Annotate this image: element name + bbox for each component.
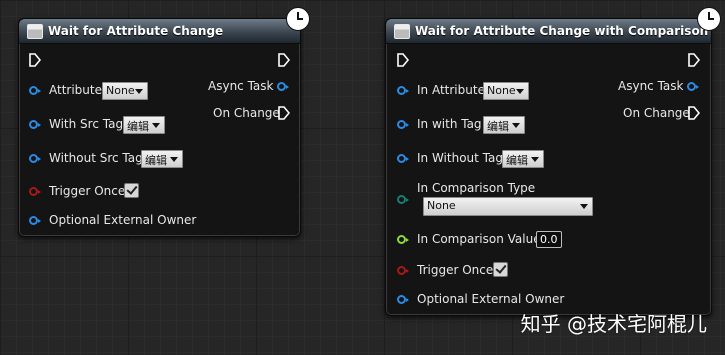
node-header[interactable]: Wait for Attribute Change xyxy=(19,19,300,44)
optional-owner-pin-icon[interactable] xyxy=(397,295,409,304)
comparison-type-pin-icon[interactable] xyxy=(397,195,409,204)
without-src-tag-label: Without Src Tag xyxy=(49,151,143,165)
comparison-value-field[interactable]: 0.0 xyxy=(536,231,562,248)
attribute-combo-value: None xyxy=(106,84,135,97)
exec-out-pin-icon[interactable] xyxy=(688,53,700,67)
output-on-change-label: On Change xyxy=(623,106,690,120)
chevron-down-icon xyxy=(170,157,178,162)
in-with-tag-combo[interactable]: 编辑 xyxy=(483,116,525,134)
optional-owner-pin-icon[interactable] xyxy=(29,216,41,225)
chevron-down-icon xyxy=(516,89,524,94)
node-wait-for-attribute-change-with-comparison[interactable]: Wait for Attribute Change with Compariso… xyxy=(385,18,712,316)
clock-icon xyxy=(286,7,310,31)
attribute-combo[interactable]: None xyxy=(102,82,148,100)
function-icon xyxy=(27,24,43,39)
output-on-change-label: On Change xyxy=(213,106,280,120)
with-src-tag-combo[interactable]: 编辑 xyxy=(123,116,165,134)
comparison-type-combo[interactable]: None xyxy=(423,197,593,216)
comparison-type-combo-value: None xyxy=(427,199,456,212)
in-attribute-pin-icon[interactable] xyxy=(397,86,409,95)
trigger-once-label: Trigger Once xyxy=(417,263,494,277)
in-without-tag-pin-icon[interactable] xyxy=(397,154,409,163)
output-async-task-label: Async Task xyxy=(208,79,274,93)
chevron-down-icon xyxy=(152,123,160,128)
node-wait-for-attribute-change[interactable]: Wait for Attribute Change Async Task On … xyxy=(18,18,301,237)
without-src-tag-pin-icon[interactable] xyxy=(29,154,41,163)
without-src-tag-combo[interactable]: 编辑 xyxy=(141,150,183,168)
chevron-down-icon xyxy=(512,123,520,128)
node-title: Wait for Attribute Change xyxy=(48,24,224,38)
watermark: 知乎 @技术宅阿棍儿 xyxy=(520,312,707,336)
with-src-tag-combo-value: 编辑 xyxy=(127,120,149,133)
comparison-value-pin-icon[interactable] xyxy=(397,235,409,244)
trigger-once-pin-icon[interactable] xyxy=(29,187,41,196)
in-attribute-combo[interactable]: None xyxy=(483,82,529,100)
exec-in-pin-icon[interactable] xyxy=(29,53,41,67)
node-header[interactable]: Wait for Attribute Change with Compariso… xyxy=(386,19,711,44)
in-with-tag-combo-value: 编辑 xyxy=(487,120,509,133)
without-src-tag-combo-value: 编辑 xyxy=(145,154,167,167)
output-async-task-label: Async Task xyxy=(618,79,684,93)
function-icon xyxy=(394,24,410,39)
with-src-tag-label: With Src Tag xyxy=(49,117,124,131)
attribute-pin-icon[interactable] xyxy=(29,86,41,95)
in-with-tag-label: In with Tag xyxy=(417,117,482,131)
trigger-once-checkbox[interactable] xyxy=(124,183,139,198)
exec-out-pin-icon[interactable] xyxy=(278,53,290,67)
trigger-once-pin-icon[interactable] xyxy=(397,266,409,275)
trigger-once-checkbox[interactable] xyxy=(493,262,508,277)
optional-owner-label: Optional External Owner xyxy=(49,213,197,227)
in-without-tag-label: In Without Tag xyxy=(417,151,503,165)
node-title: Wait for Attribute Change with Compariso… xyxy=(415,24,709,38)
on-change-exec-pin-icon[interactable] xyxy=(688,106,700,120)
comparison-value-label: In Comparison Value xyxy=(417,232,541,246)
async-task-pin-icon[interactable] xyxy=(277,82,289,91)
in-attribute-combo-value: None xyxy=(487,84,516,97)
in-without-tag-combo[interactable]: 编辑 xyxy=(502,150,544,168)
in-without-tag-combo-value: 编辑 xyxy=(506,154,528,167)
chevron-down-icon xyxy=(580,204,588,209)
chevron-down-icon xyxy=(531,157,539,162)
optional-owner-label: Optional External Owner xyxy=(417,292,565,306)
async-task-pin-icon[interactable] xyxy=(687,82,699,91)
in-with-tag-pin-icon[interactable] xyxy=(397,120,409,129)
chevron-down-icon xyxy=(135,89,143,94)
exec-in-pin-icon[interactable] xyxy=(397,53,409,67)
in-attribute-label: In Attribute xyxy=(417,83,485,97)
comparison-type-label: In Comparison Type xyxy=(417,181,536,195)
trigger-once-label: Trigger Once xyxy=(49,184,126,198)
with-src-tag-pin-icon[interactable] xyxy=(29,120,41,129)
attribute-label: Attribute xyxy=(49,83,102,97)
clock-icon xyxy=(697,7,721,31)
on-change-exec-pin-icon[interactable] xyxy=(278,106,290,120)
